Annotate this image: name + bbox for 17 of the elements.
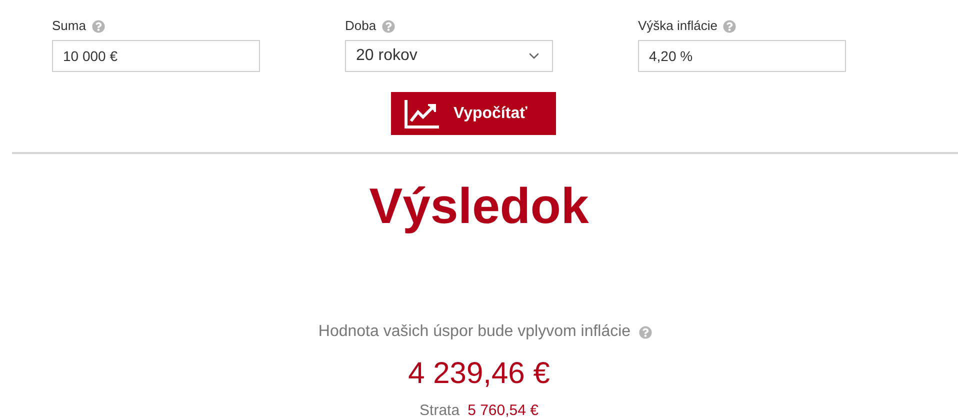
calculate-button[interactable]: Vypočítať	[390, 92, 556, 135]
field-label: Výška inflácie	[638, 17, 718, 36]
result-amount: 4 239,46 €	[408, 356, 550, 392]
duration-select[interactable]: 20 rokov	[345, 40, 553, 72]
input-field[interactable]: 4,20 %	[638, 40, 846, 72]
field-label: Doba	[345, 17, 376, 36]
loss-value: 5 760,54 €	[468, 401, 538, 418]
field-label: Suma	[52, 17, 86, 36]
loss-label: Strata	[420, 401, 460, 418]
chart-rising-icon	[404, 98, 440, 128]
result-heading: Výsledok	[369, 177, 589, 236]
help-icon[interactable]	[92, 20, 105, 32]
help-icon[interactable]	[638, 326, 652, 338]
help-icon[interactable]	[382, 20, 396, 32]
input-field[interactable]: 10 000 €	[52, 40, 260, 72]
help-icon[interactable]	[723, 20, 736, 32]
result-description: Hodnota vašich úspor bude vplyvom inflácie	[318, 322, 631, 342]
